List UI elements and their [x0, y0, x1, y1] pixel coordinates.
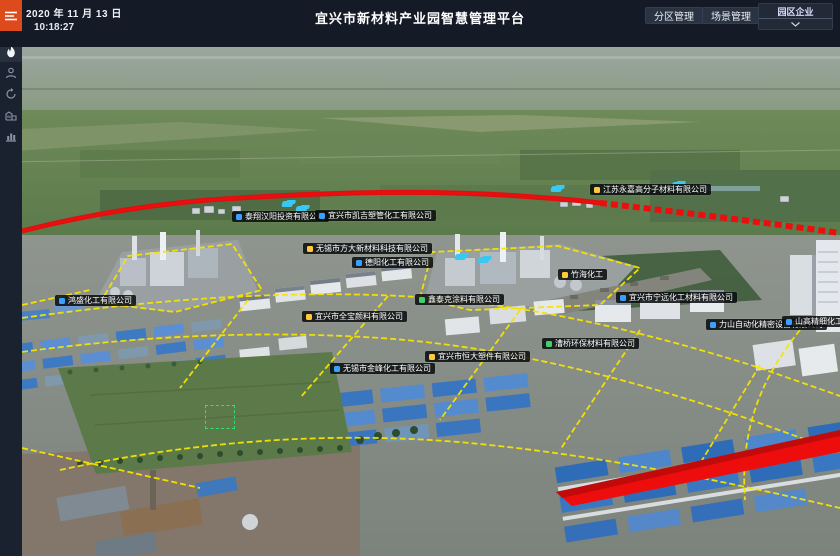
hamburger-menu-icon: [5, 11, 17, 21]
cyan-object-marker: [550, 186, 562, 192]
enterprise-icon: [307, 246, 313, 252]
park-enterprise-dropdown[interactable]: 园区企业: [758, 3, 833, 30]
map-label[interactable]: 宜兴市凯吉塑管化工有限公司: [315, 210, 436, 221]
enterprise-name: 竹海化工: [571, 269, 603, 280]
enterprise-name: 宜兴市恒大塑件有限公司: [438, 351, 526, 362]
map-label[interactable]: 鑫泰克涂料有限公司: [415, 294, 504, 305]
enterprise-name: 山高精细化工有限公司: [795, 316, 840, 327]
park-enterprise-label: 园区企业: [759, 4, 832, 18]
main-menu-button[interactable]: [0, 0, 22, 31]
enterprise-name: 泰翔汉阳投资有限公司: [245, 211, 325, 222]
bar-chart-icon: [5, 130, 17, 142]
map-label[interactable]: 无锡市方大新材料科技有限公司: [303, 243, 432, 254]
sidebar-item-statistics[interactable]: [0, 125, 22, 146]
map-label[interactable]: 鸿盛化工有限公司: [55, 295, 136, 306]
map-label[interactable]: 德阳化工有限公司: [352, 257, 433, 268]
enterprise-icon: [620, 295, 626, 301]
enterprise-icon: [594, 187, 600, 193]
enterprise-icon: [319, 213, 325, 219]
enterprise-icon: [429, 354, 435, 360]
map-label[interactable]: 宜兴市恒大塑件有限公司: [425, 351, 530, 362]
factory-icon: [5, 109, 17, 121]
chevron-down-icon: [791, 22, 800, 27]
date-display: 2020 年 11 月 13 日: [26, 5, 122, 20]
sidebar-item-monitoring[interactable]: [0, 83, 22, 104]
cyan-object-marker: [477, 257, 489, 263]
rotate-icon: [5, 88, 17, 100]
enterprise-icon: [356, 260, 362, 266]
enterprise-icon: [710, 322, 716, 328]
enterprise-name: 宜兴市宁远化工材料有限公司: [629, 292, 733, 303]
enterprise-icon: [562, 272, 568, 278]
map-label[interactable]: 宜兴市全宝颜料有限公司: [302, 311, 407, 322]
map-label[interactable]: 江苏永嘉高分子材料有限公司: [590, 184, 711, 195]
cyan-object-marker: [281, 201, 293, 207]
time-display: 10:18:27: [34, 22, 74, 33]
map-label[interactable]: 无锡市金峰化工有限公司: [330, 363, 435, 374]
enterprise-name: 江苏永嘉高分子材料有限公司: [603, 184, 707, 195]
enterprise-name: 鸿盛化工有限公司: [68, 295, 132, 306]
enterprise-name: 宜兴市全宝颜料有限公司: [315, 311, 403, 322]
map-label[interactable]: 宜兴市宁远化工材料有限公司: [616, 292, 737, 303]
cyan-object-marker: [454, 254, 466, 260]
enterprise-name: 无锡市金峰化工有限公司: [343, 363, 431, 374]
enterprise-icon: [546, 341, 552, 347]
enterprise-name: 宜兴市凯吉塑管化工有限公司: [328, 210, 432, 221]
enterprise-name: 鑫泰克涂料有限公司: [428, 294, 500, 305]
enterprise-icon: [306, 314, 312, 320]
enterprise-name: 德阳化工有限公司: [365, 257, 429, 268]
enterprise-name: 无锡市方大新材料科技有限公司: [316, 243, 428, 254]
scene-management-button[interactable]: 场景管理: [702, 7, 760, 24]
enterprise-name: 漕桥环保材料有限公司: [555, 338, 635, 349]
sidebar-item-personnel[interactable]: [0, 62, 22, 83]
sidebar: [0, 31, 22, 556]
enterprise-icon: [236, 214, 242, 220]
map-3d-view[interactable]: 泰翔汉阳投资有限公司宜兴市凯吉塑管化工有限公司无锡市方大新材料科技有限公司德阳化…: [0, 47, 840, 556]
enterprise-icon: [334, 366, 340, 372]
map-label[interactable]: 竹海化工: [558, 269, 607, 280]
user-icon: [5, 67, 17, 79]
enterprise-icon: [59, 298, 65, 304]
map-label[interactable]: 山高精细化工有限公司: [782, 316, 840, 327]
enterprise-icon: [786, 319, 792, 325]
map-label[interactable]: 漕桥环保材料有限公司: [542, 338, 639, 349]
sidebar-item-enterprises[interactable]: [0, 104, 22, 125]
selection-box: [205, 405, 235, 429]
header-bar: 宜兴市新材料产业园智慧管理平台 2020 年 11 月 13 日 10:18:2…: [0, 0, 840, 47]
enterprise-icon: [419, 297, 425, 303]
zone-management-button[interactable]: 分区管理: [645, 7, 703, 24]
